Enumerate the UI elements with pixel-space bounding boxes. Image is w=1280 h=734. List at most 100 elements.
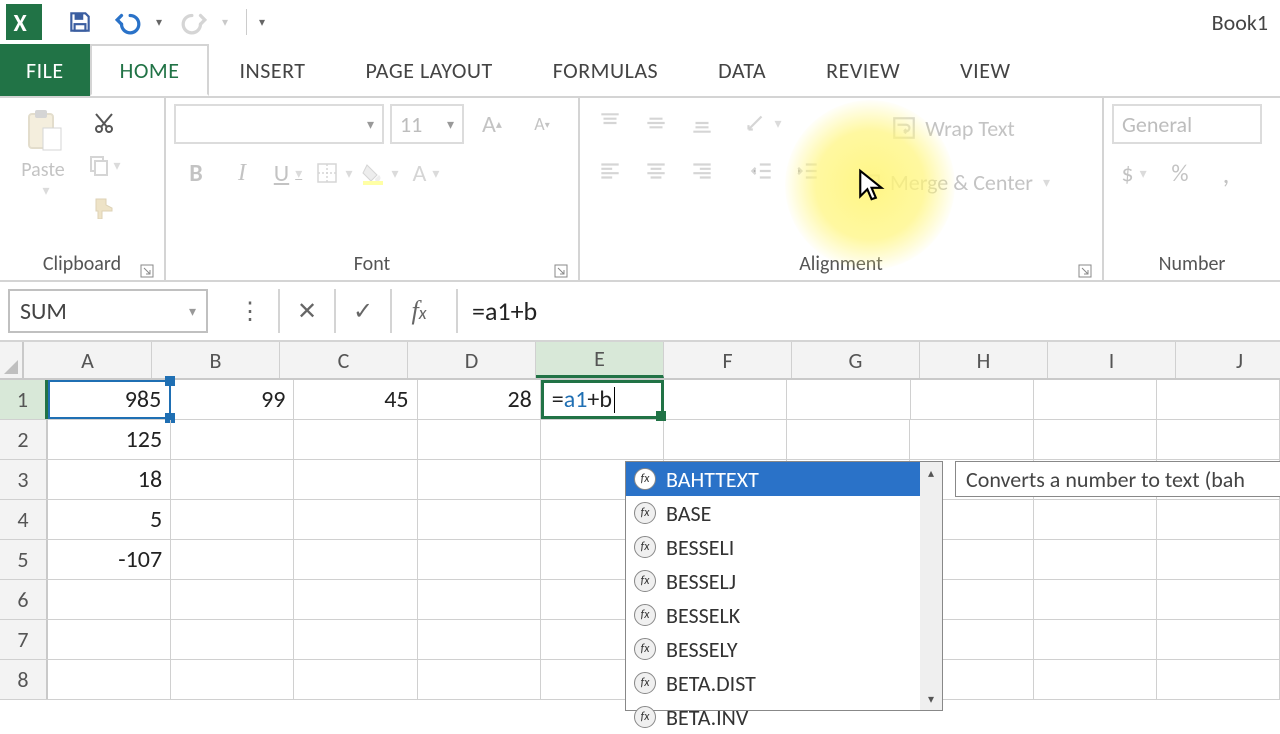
customize-qat-dropdown[interactable]: ▾ [255,15,269,30]
enter-formula-button[interactable]: ✓ [334,289,390,333]
redo-dropdown[interactable]: ▾ [218,15,232,30]
scroll-down-icon[interactable]: ▾ [928,688,934,710]
cell-J8[interactable] [1157,660,1280,699]
row-header-8[interactable]: 8 [0,660,48,699]
column-header-D[interactable]: D [408,342,536,378]
cell-J1[interactable] [1157,380,1280,419]
cell-A3[interactable]: 18 [48,460,171,499]
wrap-text-button[interactable]: Wrap Text [850,104,1056,152]
cell-D1[interactable]: 28 [418,380,541,419]
cell-J7[interactable] [1157,620,1280,659]
undo-dropdown[interactable]: ▾ [152,15,166,30]
cell-J4[interactable] [1157,500,1280,539]
row-header-4[interactable]: 4 [0,500,48,539]
cell-A7[interactable] [48,620,171,659]
cell-I5[interactable] [1034,540,1157,579]
column-header-A[interactable]: A [24,342,152,378]
cell-B2[interactable] [171,420,294,459]
column-header-G[interactable]: G [792,342,920,378]
autocomplete-item-bessely[interactable]: fxBESSELY [626,632,942,666]
cell-E2[interactable] [541,420,664,459]
insert-function-button[interactable]: fx [390,289,446,333]
increase-font-button[interactable]: A▴ [470,105,514,143]
tab-formulas[interactable]: FORMULAS [523,44,688,96]
cell-C5[interactable] [294,540,417,579]
tab-data[interactable]: DATA [688,44,796,96]
align-center-button[interactable] [634,152,678,190]
align-top-button[interactable] [588,104,632,142]
tab-review[interactable]: REVIEW [796,44,930,96]
column-header-J[interactable]: J [1176,342,1280,378]
cell-G2[interactable] [787,420,910,459]
cell-C8[interactable] [294,660,417,699]
formula-input[interactable]: =a1+b [456,289,1280,333]
underline-button[interactable]: U▾ [266,154,310,192]
autocomplete-item-bahttext[interactable]: fxBAHTTEXT [626,462,942,496]
autocomplete-item-beta.dist[interactable]: fxBETA.DIST [626,666,942,700]
row-header-5[interactable]: 5 [0,540,48,579]
cell-A1[interactable]: 985 [48,380,171,419]
save-button[interactable] [60,2,100,42]
align-middle-button[interactable] [634,104,678,142]
cell-I6[interactable] [1034,580,1157,619]
cell-G1[interactable] [787,380,910,419]
autocomplete-item-besselk[interactable]: fxBESSELK [626,598,942,632]
function-autocomplete[interactable]: fxBAHTTEXTfxBASEfxBESSELIfxBESSELJfxBESS… [625,461,943,711]
increase-indent-button[interactable] [786,152,830,190]
column-header-I[interactable]: I [1048,342,1176,378]
cell-D4[interactable] [418,500,541,539]
currency-button[interactable]: $▾ [1112,154,1156,192]
cell-J2[interactable] [1157,420,1280,459]
autocomplete-item-base[interactable]: fxBASE [626,496,942,530]
merge-center-button[interactable]: Merge & Center ▾ [850,158,1056,206]
tab-file[interactable]: FILE [0,44,90,96]
decrease-indent-button[interactable] [740,152,784,190]
cell-E1[interactable]: =a1+b [541,380,664,419]
cell-B1[interactable]: 99 [171,380,294,419]
cell-J5[interactable] [1157,540,1280,579]
cell-I4[interactable] [1034,500,1157,539]
format-painter-button[interactable] [82,188,126,226]
fill-color-button[interactable]: ▾ [358,154,402,192]
cell-B6[interactable] [171,580,294,619]
comma-style-button[interactable]: , [1204,154,1248,192]
autocomplete-item-besselj[interactable]: fxBESSELJ [626,564,942,598]
cell-D7[interactable] [418,620,541,659]
align-bottom-button[interactable] [680,104,724,142]
align-left-button[interactable] [588,152,632,190]
column-header-C[interactable]: C [280,342,408,378]
cell-D8[interactable] [418,660,541,699]
autocomplete-scrollbar[interactable]: ▴ ▾ [920,462,942,710]
italic-button[interactable]: I [220,154,264,192]
column-header-B[interactable]: B [152,342,280,378]
cell-H1[interactable] [911,380,1034,419]
cell-F1[interactable] [664,380,787,419]
clipboard-launcher[interactable] [140,260,154,274]
column-header-H[interactable]: H [920,342,1048,378]
cell-H2[interactable] [910,420,1033,459]
paste-button[interactable]: Paste ▾ [8,104,78,201]
alignment-launcher[interactable] [1078,260,1092,274]
cancel-formula-button[interactable]: ✕ [278,289,334,333]
cell-A4[interactable]: 5 [48,500,171,539]
redo-button[interactable] [174,2,214,42]
cut-button[interactable] [82,104,126,142]
cell-C7[interactable] [294,620,417,659]
undo-button[interactable] [108,2,148,42]
borders-button[interactable]: ▾ [312,154,356,192]
cell-D5[interactable] [418,540,541,579]
cell-D6[interactable] [418,580,541,619]
cell-I8[interactable] [1034,660,1157,699]
cell-B5[interactable] [171,540,294,579]
cell-I1[interactable] [1034,380,1157,419]
decrease-font-button[interactable]: A▾ [520,105,564,143]
select-all-button[interactable] [0,342,24,378]
cell-B7[interactable] [171,620,294,659]
row-header-1[interactable]: 1 [0,380,48,419]
row-header-7[interactable]: 7 [0,620,48,659]
cell-A5[interactable]: -107 [48,540,171,579]
cell-I2[interactable] [1034,420,1157,459]
cell-C4[interactable] [294,500,417,539]
cell-A2[interactable]: 125 [48,420,171,459]
font-name-combo[interactable]: ▾ [174,104,384,144]
